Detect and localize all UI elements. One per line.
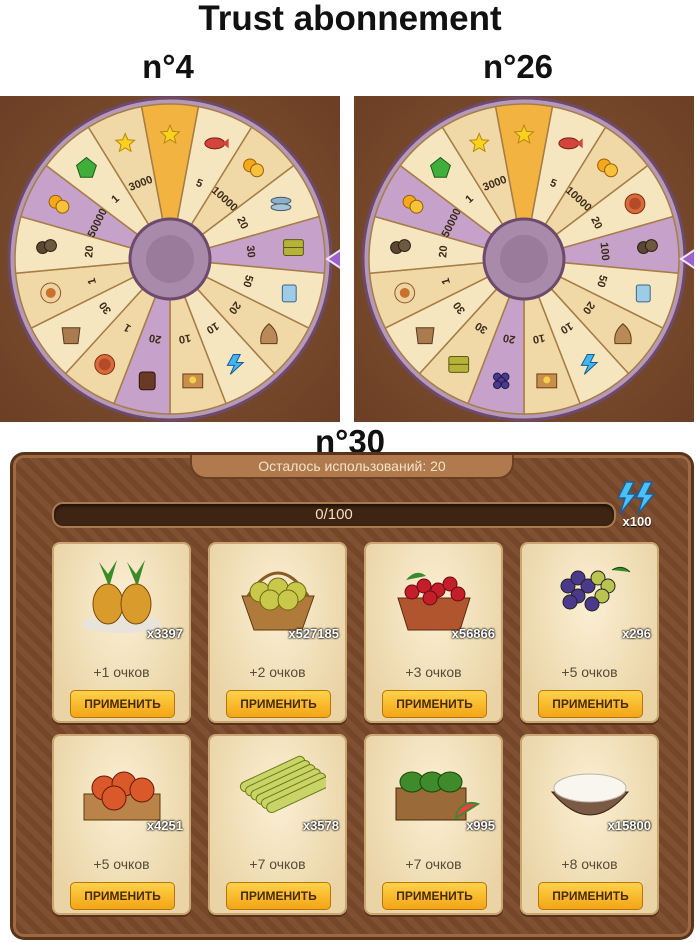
- item-quantity: x56866: [451, 626, 495, 641]
- bag-icon: [415, 327, 435, 345]
- grapes-icon: [492, 372, 510, 390]
- item-card: x995 +7 очков ПРИМЕНИТЬ: [364, 734, 503, 915]
- apply-button[interactable]: ПРИМЕНИТЬ: [538, 882, 643, 910]
- wheel-segment-amount: 20: [83, 245, 96, 258]
- package-icon: [448, 356, 470, 373]
- apply-button[interactable]: ПРИМЕНИТЬ: [382, 690, 487, 718]
- item-card: x3578 +7 очков ПРИМЕНИТЬ: [208, 734, 347, 915]
- bag-icon: [61, 327, 81, 345]
- item-points: +3 очков: [405, 664, 462, 680]
- wheel-segment-amount: 20: [437, 245, 450, 258]
- item-card: x296 +5 очков ПРИМЕНИТЬ: [520, 542, 659, 723]
- page-title: Trust abonnement: [198, 0, 502, 38]
- item-quantity: x4251: [146, 818, 183, 833]
- usage-remaining: Осталось использований: 20: [190, 455, 514, 479]
- item-card: x56866 +3 очков ПРИМЕНИТЬ: [364, 542, 503, 723]
- wheel-panel-26: 5 10000 20 100 50 20 10 10 20 30 30 1 20 50000 1 3000: [354, 96, 694, 422]
- item-card: x3397 +1 очков ПРИМЕНИТЬ: [52, 542, 191, 723]
- clam-icon: [394, 282, 416, 304]
- wheel-panel-4: 5 10000 20 30 50 20 10 10 20 1 30 1 20 50000 1 3000: [0, 96, 340, 422]
- apply-button[interactable]: ПРИМЕНИТЬ: [70, 690, 175, 718]
- progress-text: 0/100: [315, 506, 353, 523]
- apply-button[interactable]: ПРИМЕНИТЬ: [226, 882, 331, 910]
- item-quantity: x296: [622, 626, 651, 641]
- watermelon-crate-icon: [395, 771, 481, 821]
- wheel-segment-amount: 20: [148, 331, 162, 345]
- item-points: +8 очков: [561, 856, 618, 872]
- energy-count: x100: [622, 514, 652, 529]
- pineapple-icon: [82, 560, 162, 633]
- pear-basket-icon: [241, 571, 315, 631]
- item-points: +7 очков: [405, 856, 462, 872]
- wheel-segment-amount: 10: [178, 331, 192, 345]
- wheel-segment-amount: 10: [532, 331, 546, 345]
- item-quantity: x3578: [302, 818, 339, 833]
- pie-icon: [94, 354, 116, 375]
- item-quantity: x527185: [288, 626, 339, 641]
- wheel-label-26: n°26: [482, 48, 554, 85]
- sugarcane-icon: [239, 755, 326, 814]
- item-card: x4251 +5 очков ПРИМЕНИТЬ: [52, 734, 191, 915]
- paint-bucket-icon: [635, 284, 651, 303]
- wheel-segment-amount: 30: [244, 245, 257, 258]
- crate-icon: [182, 373, 204, 389]
- wheel-segment-amount: 100: [598, 242, 612, 261]
- wheel-segment-amount: 20: [502, 331, 516, 345]
- item-points: +5 очков: [93, 856, 150, 872]
- item-points: +2 очков: [249, 664, 306, 680]
- cherry-basket-icon: [397, 572, 471, 631]
- points-progress-bar: 0/100: [52, 502, 616, 528]
- item-quantity: x3397: [146, 626, 183, 641]
- item-quantity: x15800: [607, 818, 651, 833]
- pie-icon: [624, 193, 646, 215]
- clam-icon: [40, 282, 62, 304]
- rice-bowl-icon: [550, 773, 630, 816]
- item-card: x15800 +8 очков ПРИМЕНИТЬ: [520, 734, 659, 915]
- grapes-basket-icon: [560, 566, 631, 612]
- apply-button[interactable]: ПРИМЕНИТЬ: [70, 882, 175, 910]
- item-quantity: x995: [466, 818, 495, 833]
- item-points: +5 очков: [561, 664, 618, 680]
- item-card: x527185 +2 очков ПРИМЕНИТЬ: [208, 542, 347, 723]
- chocolate-icon: [138, 371, 156, 391]
- wheel-4[interactable]: 510000203050201010201301205000013000: [0, 96, 340, 422]
- item-points: +7 очков: [249, 856, 306, 872]
- apply-button[interactable]: ПРИМЕНИТЬ: [226, 690, 331, 718]
- item-points: +1 очков: [93, 664, 150, 680]
- apply-button[interactable]: ПРИМЕНИТЬ: [382, 882, 487, 910]
- lightning-icon: [616, 481, 656, 515]
- apple-crate-icon: [83, 771, 161, 821]
- package-icon: [283, 239, 304, 256]
- apply-button[interactable]: ПРИМЕНИТЬ: [538, 690, 643, 718]
- crate-icon: [536, 373, 558, 389]
- wheel-26[interactable]: 51000020100502010102030301205000013000: [354, 96, 694, 422]
- paint-bucket-icon: [281, 284, 297, 303]
- wheel-label-4: n°4: [142, 48, 194, 85]
